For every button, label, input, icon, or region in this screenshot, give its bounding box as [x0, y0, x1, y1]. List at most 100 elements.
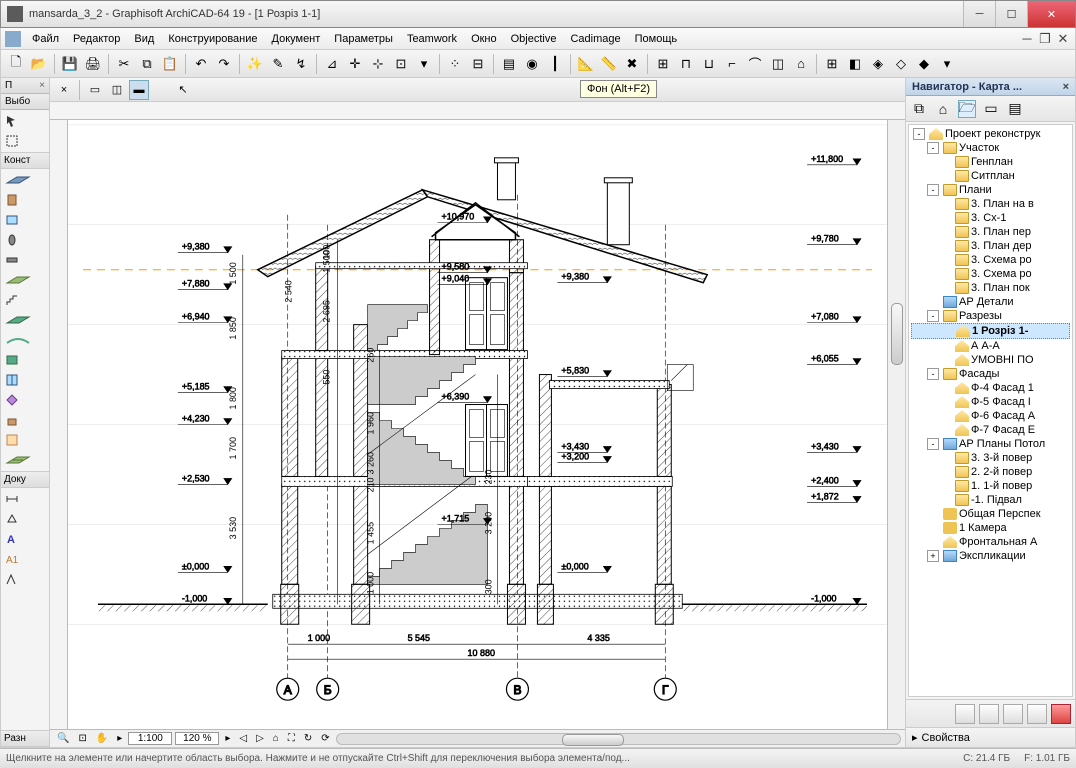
menu-редактор[interactable]: Редактор: [66, 31, 127, 47]
beam-tool[interactable]: [3, 251, 47, 269]
paste-icon[interactable]: 📋: [159, 53, 181, 75]
snap3-icon[interactable]: ⊹: [367, 53, 389, 75]
zoom-icon[interactable]: 🔍: [54, 733, 72, 744]
view5-icon[interactable]: ◆: [913, 53, 935, 75]
menu-файл[interactable]: Файл: [25, 31, 66, 47]
tree-item[interactable]: -Участок: [911, 141, 1070, 155]
nav-tab-project-icon[interactable]: ⧉: [910, 100, 928, 118]
object-tool[interactable]: [3, 411, 47, 429]
eyedrop-icon[interactable]: ↯: [290, 53, 312, 75]
fill-tool[interactable]: [3, 570, 47, 588]
arrow-tool[interactable]: [3, 112, 47, 130]
zone-tool[interactable]: [3, 431, 47, 449]
tree-item[interactable]: 3. План дер: [911, 239, 1070, 253]
rot-icon[interactable]: ↻: [301, 733, 315, 744]
tree-item[interactable]: Общая Перспек: [911, 507, 1070, 521]
marquee-tool[interactable]: [3, 132, 47, 150]
refr-icon[interactable]: ⟳: [318, 733, 332, 744]
nav-tab-views-icon[interactable]: 🗁: [958, 100, 976, 118]
pan-icon[interactable]: ✋: [93, 733, 111, 744]
curtain-tool[interactable]: [3, 371, 47, 389]
mq1-icon[interactable]: ▭: [85, 80, 105, 100]
open-icon[interactable]: 📂: [28, 53, 50, 75]
tree-item[interactable]: 3. 3-й повер: [911, 451, 1070, 465]
ruler-icon[interactable]: 📏: [598, 53, 620, 75]
pencil-icon[interactable]: ✎: [267, 53, 289, 75]
text-tool[interactable]: A: [3, 530, 47, 548]
slab-tool[interactable]: [3, 271, 47, 289]
roof-tool[interactable]: [3, 311, 47, 329]
wand-icon[interactable]: ✨: [244, 53, 266, 75]
tree-item[interactable]: 1. 1-й повер: [911, 479, 1070, 493]
snap5-icon[interactable]: ▾: [413, 53, 435, 75]
zoom-input[interactable]: [175, 732, 219, 745]
vertical-scrollbar[interactable]: [887, 120, 905, 729]
nav-tab-home-icon[interactable]: ⌂: [934, 100, 952, 118]
window-tool[interactable]: [3, 211, 47, 229]
snap2-icon[interactable]: ✛: [344, 53, 366, 75]
mq3-icon[interactable]: ▬: [129, 80, 149, 100]
tree-item[interactable]: 3. План пер: [911, 225, 1070, 239]
mesh-tool[interactable]: [3, 451, 47, 469]
menu-cadimage[interactable]: Cadimage: [563, 31, 627, 47]
tree-item[interactable]: 1 Розріз 1-: [911, 323, 1070, 339]
home-icon[interactable]: ⌂: [270, 733, 282, 744]
tree-item[interactable]: Ф-7 Фасад Е: [911, 423, 1070, 437]
wall-tool[interactable]: [3, 171, 47, 189]
view4-icon[interactable]: ◇: [890, 53, 912, 75]
column-tool[interactable]: [3, 231, 47, 249]
close2-icon[interactable]: ✖: [621, 53, 643, 75]
nav-tab-pub-icon[interactable]: ▤: [1006, 100, 1024, 118]
tool-c-icon[interactable]: ⊔: [698, 53, 720, 75]
skylight-tool[interactable]: [3, 351, 47, 369]
menu-вид[interactable]: Вид: [127, 31, 161, 47]
dim-tool[interactable]: [3, 490, 47, 508]
zoomext-icon[interactable]: ⊡: [75, 733, 89, 744]
tool-f-icon[interactable]: ◫: [767, 53, 789, 75]
tree-item[interactable]: Генплан: [911, 155, 1070, 169]
prev-icon[interactable]: ◁: [236, 733, 250, 744]
mdi-close-icon[interactable]: ✕: [1055, 32, 1071, 46]
tree-item[interactable]: Ф-6 Фасад А: [911, 409, 1070, 423]
close-button[interactable]: ✕: [1027, 1, 1075, 27]
menu-окно[interactable]: Окно: [464, 31, 504, 47]
shell-tool[interactable]: [3, 331, 47, 349]
menu-документ[interactable]: Документ: [265, 31, 328, 47]
print-icon[interactable]: 🖨: [82, 53, 104, 75]
tree-item[interactable]: +Экспликации: [911, 549, 1070, 563]
fit-icon[interactable]: ⛶: [285, 733, 298, 744]
snap4-icon[interactable]: ⊡: [390, 53, 412, 75]
minimize-button[interactable]: ─: [963, 1, 995, 27]
cut-icon[interactable]: ✂: [113, 53, 135, 75]
cursor-icon[interactable]: ↖: [173, 80, 193, 100]
navigator-tree[interactable]: -Проект реконструк -УчастокГенпланСитпла…: [908, 124, 1073, 697]
navbtn4[interactable]: [1027, 704, 1047, 724]
app-menu-icon[interactable]: [5, 31, 21, 47]
door-tool[interactable]: [3, 191, 47, 209]
tree-item[interactable]: Ситплан: [911, 169, 1070, 183]
nav-tab-layouts-icon[interactable]: ▭: [982, 100, 1000, 118]
view1-icon[interactable]: ⊞: [821, 53, 843, 75]
guide-icon[interactable]: ⊟: [467, 53, 489, 75]
drawing-canvas[interactable]: А Б В Г 1 000 5 545 4 335 10 880 +9,380+…: [68, 120, 887, 729]
menu-конструирование[interactable]: Конструирование: [161, 31, 264, 47]
nav-properties[interactable]: Свойства: [906, 727, 1075, 747]
mdi-minimize-icon[interactable]: ─: [1019, 32, 1035, 46]
tree-item[interactable]: 3. Сх-1: [911, 211, 1070, 225]
tree-item[interactable]: УМОВНІ ПО: [911, 353, 1070, 367]
close-tab-icon[interactable]: ×: [54, 80, 74, 100]
redo-icon[interactable]: ↷: [213, 53, 235, 75]
undo-icon[interactable]: ↶: [190, 53, 212, 75]
navbtn2[interactable]: [979, 704, 999, 724]
tree-item[interactable]: 2. 2-й повер: [911, 465, 1070, 479]
tree-item[interactable]: 3. План пок: [911, 281, 1070, 295]
tree-item[interactable]: 3. Схема ро: [911, 267, 1070, 281]
navbtn-del[interactable]: [1051, 704, 1071, 724]
tool-e-icon[interactable]: ⌒: [744, 53, 766, 75]
new-icon[interactable]: 🗋: [5, 53, 27, 75]
navbtn1[interactable]: [955, 704, 975, 724]
tool-d-icon[interactable]: ⌐: [721, 53, 743, 75]
mq2-icon[interactable]: ◫: [107, 80, 127, 100]
menu-teamwork[interactable]: Teamwork: [400, 31, 464, 47]
menu-параметры[interactable]: Параметры: [327, 31, 400, 47]
